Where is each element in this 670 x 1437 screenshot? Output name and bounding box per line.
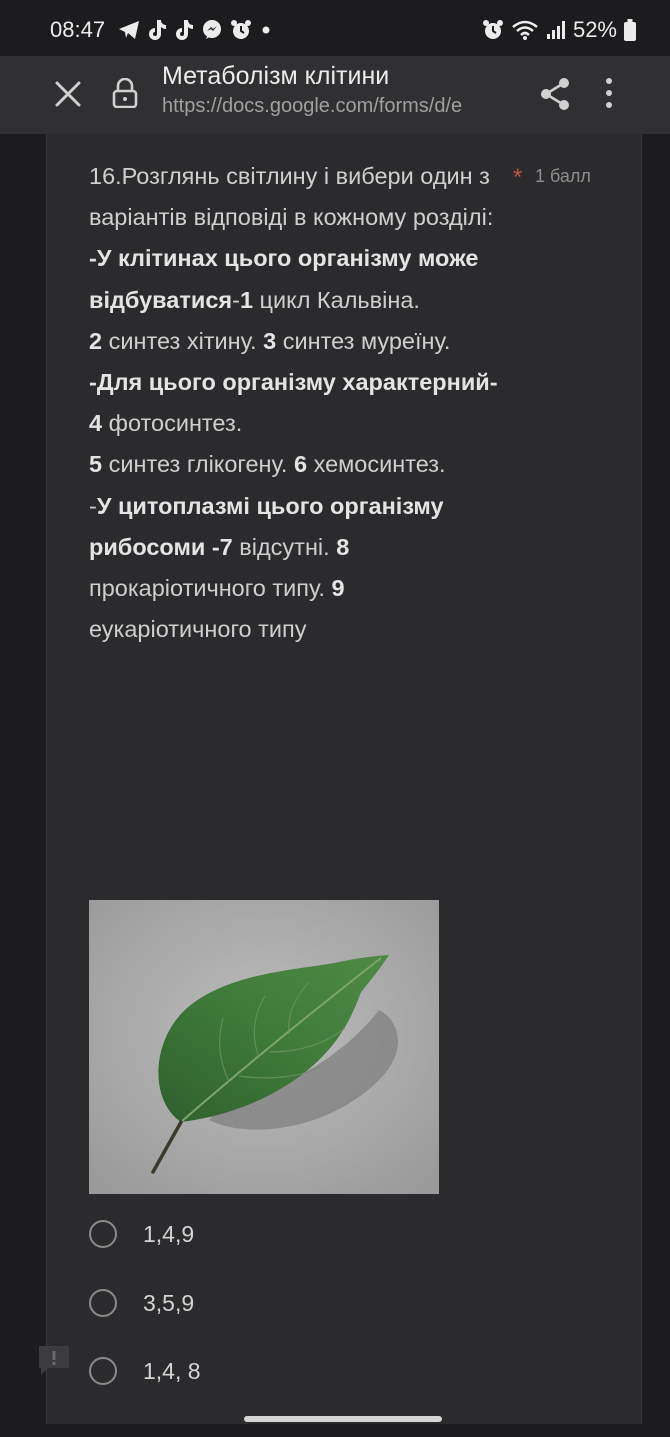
home-indicator[interactable] bbox=[244, 1416, 442, 1422]
question-text-item: фотосинтез. bbox=[102, 410, 243, 437]
question-text-item: цикл Кальвіна. bbox=[253, 286, 420, 313]
answer-option-1[interactable]: 1,4,9 bbox=[89, 1220, 194, 1248]
question-text-item: хемосинтез. bbox=[307, 451, 446, 478]
telegram-icon bbox=[118, 20, 140, 40]
question-image-leaf bbox=[89, 900, 439, 1194]
tiktok-icon bbox=[174, 19, 194, 41]
wifi-icon bbox=[511, 19, 539, 41]
option-number: 2 bbox=[89, 327, 103, 354]
page-title-block[interactable]: Метаболізм клітини https://docs.google.c… bbox=[162, 62, 514, 118]
question-text-item: синтез муреїну. bbox=[276, 327, 451, 354]
question-text-item: синтез хітину. bbox=[102, 327, 264, 354]
radio-button[interactable] bbox=[89, 1357, 117, 1385]
radio-button[interactable] bbox=[89, 1289, 117, 1317]
status-bar-right: 52% bbox=[482, 17, 636, 43]
question-text-item: відсутні. bbox=[232, 533, 337, 560]
battery-percent: 52% bbox=[572, 17, 617, 42]
radio-button[interactable] bbox=[89, 1220, 117, 1248]
option-number: 6 bbox=[293, 451, 308, 478]
question-text: 16.Розглянь світлину і вибери один з вар… bbox=[89, 156, 509, 650]
question-text-dash: - bbox=[232, 286, 240, 313]
lock-icon[interactable] bbox=[112, 77, 138, 113]
question-text-item: синтез глікогену. bbox=[102, 451, 294, 478]
option-number: 3 bbox=[263, 327, 277, 354]
alarm-icon bbox=[230, 19, 252, 41]
answer-option-label: 1,4, 8 bbox=[143, 1357, 201, 1384]
share-icon[interactable] bbox=[538, 76, 574, 117]
messenger-icon bbox=[201, 19, 223, 41]
option-number: 9 bbox=[331, 575, 345, 602]
question-text-dash: - bbox=[89, 492, 97, 519]
answer-option-label: 1,4,9 bbox=[143, 1220, 195, 1247]
tiktok-icon bbox=[147, 19, 167, 41]
answer-option-2[interactable]: 3,5,9 bbox=[89, 1289, 194, 1317]
required-marker: * bbox=[513, 164, 523, 191]
option-number: 8 bbox=[336, 533, 350, 560]
alarm-icon bbox=[482, 19, 504, 41]
more-options-icon[interactable] bbox=[604, 76, 614, 115]
option-number: 1 bbox=[239, 286, 254, 313]
question-card: 16.Розглянь світлину і вибери один з вар… bbox=[46, 134, 642, 1424]
option-number: 5 bbox=[89, 451, 103, 478]
answer-option-label: 3,5,9 bbox=[143, 1289, 195, 1316]
status-bar-left: 08:47 bbox=[50, 17, 273, 43]
dot-icon bbox=[259, 23, 273, 37]
signal-icon bbox=[546, 20, 566, 40]
page-title: Метаболізм клітини bbox=[162, 62, 390, 90]
battery-icon bbox=[624, 19, 636, 41]
question-text-item: прокаріотичного типу. bbox=[89, 575, 332, 602]
close-icon[interactable] bbox=[52, 78, 84, 115]
question-intro: 16.Розглянь світлину і вибери один з вар… bbox=[89, 163, 494, 231]
question-points: 1 балл bbox=[535, 166, 591, 186]
status-time: 08:47 bbox=[50, 17, 106, 42]
feedback-icon[interactable] bbox=[36, 1343, 72, 1384]
status-bar: 08:47 52% bbox=[0, 0, 670, 60]
page-url: https://docs.google.com/forms/d/e bbox=[162, 95, 463, 117]
answer-option-3[interactable]: 1,4, 8 bbox=[89, 1357, 201, 1385]
question-text-item: еукаріотичного типу bbox=[89, 616, 307, 643]
browser-app-bar: Метаболізм клітини https://docs.google.c… bbox=[0, 56, 670, 134]
